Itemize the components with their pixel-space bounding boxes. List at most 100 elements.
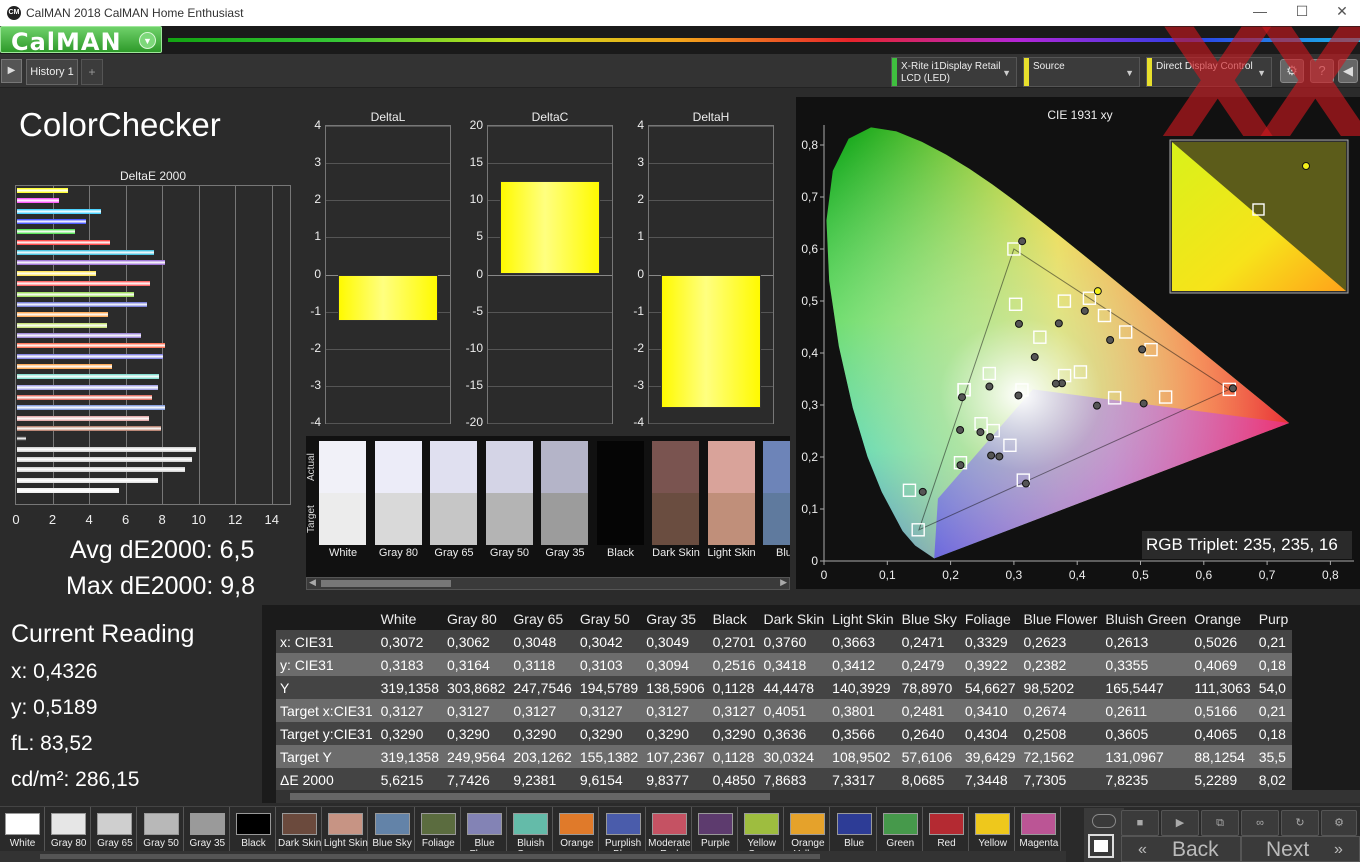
delta-tick-label: -2 (310, 340, 321, 355)
patch-dark-skin[interactable]: Dark Skin (277, 807, 323, 857)
table-cell: 0,3164 (443, 653, 510, 676)
patch-blue-sky[interactable]: Blue Sky (370, 807, 415, 857)
table-cell: 0,3410 (960, 699, 1020, 722)
meter-status-bar (892, 58, 897, 86)
patch-orange[interactable]: Orange (554, 807, 600, 857)
play-icon[interactable]: ▶ (1161, 810, 1199, 836)
table-cell: 0,3127 (509, 699, 576, 722)
patch-strip-scrollbar[interactable] (0, 851, 1066, 862)
source-label: Source (1033, 61, 1065, 72)
up-icon[interactable] (1092, 814, 1116, 828)
x-tick-label: 0,4 (1069, 568, 1086, 582)
patch-magenta[interactable]: Magenta (1016, 807, 1062, 857)
table-row: Target Y 319,1358 249,9564 203,1262 155,1382… (276, 745, 1293, 768)
patch-yellow[interactable]: Yellow (970, 807, 1016, 857)
patch-purple[interactable]: Purple (693, 807, 738, 857)
settings-icon[interactable]: ⚙ (1321, 810, 1357, 836)
delta-tick-label: -5 (472, 303, 483, 318)
table-cell: 72,1562 (1019, 745, 1102, 768)
gridline (488, 348, 612, 350)
table-cell: 44,4478 (759, 676, 829, 699)
back-button[interactable]: « Back (1121, 836, 1241, 862)
table-cell: 0,3049 (642, 630, 709, 653)
table-cell: 7,7426 (443, 768, 510, 791)
measured-point (1054, 319, 1063, 328)
swatch-scrollbar[interactable]: ◀ ▶ (306, 577, 790, 590)
record-icon[interactable] (1088, 834, 1114, 858)
column-header: Light Skin (832, 610, 894, 627)
swatch-black (596, 441, 644, 545)
gridline (326, 126, 450, 127)
scroll-right-icon[interactable]: ▶ (780, 577, 787, 588)
y-tick-label: 0,3 (801, 398, 818, 412)
patch-foliage[interactable]: Foliage (416, 807, 461, 857)
delta-tick-label: 0 (314, 266, 321, 281)
measured-point (1014, 391, 1023, 400)
deltae-tick-label: 10 (191, 512, 206, 527)
table-cell: 165,5447 (1101, 676, 1191, 699)
fit-icon[interactable]: ⧉ (1201, 810, 1239, 836)
refresh-icon[interactable]: ↻ (1281, 810, 1319, 836)
measured-point (1139, 399, 1148, 408)
column-header: Blue Sky (901, 610, 957, 627)
swatch-gray-65 (430, 441, 477, 545)
table-cell: 57,6106 (897, 745, 961, 768)
patch-green[interactable]: Green (878, 807, 923, 857)
table-cell: 0,3605 (1101, 722, 1191, 745)
swatch-label: Dark Skin (652, 547, 700, 559)
patch-yellow-green[interactable]: Yellow Green (739, 807, 785, 860)
patch-blue-flower[interactable]: Blue Flower (462, 807, 507, 860)
table-cell: 131,0967 (1101, 745, 1191, 768)
stop-icon[interactable]: ■ (1121, 810, 1159, 836)
measured-point (1106, 336, 1115, 344)
patch-purplish-blue[interactable]: Purplish Blue (601, 807, 646, 860)
table-scroll-thumb[interactable] (290, 793, 770, 800)
patch-gray-80[interactable]: Gray 80 (46, 807, 92, 857)
swatch-label: Gray 80 (378, 547, 419, 559)
patch-label: Dark Skin (278, 838, 322, 849)
patch-black[interactable]: Black (231, 807, 276, 857)
patch-blue[interactable]: Blue (832, 807, 877, 857)
patch-bluish-green[interactable]: Bluish Green (508, 807, 554, 860)
table-cell: 319,1358 (376, 676, 444, 699)
delta-tick-label: -4 (310, 415, 321, 429)
meter-selector[interactable]: X-Rite i1Display Retail LCD (LED) ▼ (891, 57, 1017, 87)
next-button[interactable]: Next » (1241, 836, 1360, 862)
table-cell: 7,8235 (1101, 768, 1191, 791)
deltae-tick-label: 0 (12, 512, 20, 527)
x-tick-label: 0,3 (1006, 568, 1023, 582)
table-scrollbar[interactable] (276, 790, 1360, 803)
patch-red[interactable]: Red (924, 807, 969, 857)
patch-label: Gray 65 (97, 838, 133, 849)
window-titlebar: CM CalMAN 2018 CalMAN Home Enthusiast — … (0, 0, 1360, 26)
chevron-down-icon[interactable]: ▼ (139, 32, 156, 49)
patch-light-skin[interactable]: Light Skin (323, 807, 369, 857)
patch-white[interactable]: White (0, 807, 45, 857)
play-icon[interactable]: ▶ (1, 59, 22, 83)
patch-gray-50[interactable]: Gray 50 (139, 807, 184, 857)
scroll-left-icon[interactable]: ◀ (309, 577, 316, 588)
deltae-tick-label: 8 (158, 512, 166, 527)
add-tab-button[interactable]: + (81, 59, 103, 85)
table-cell: 0,2382 (1019, 653, 1102, 676)
source-selector[interactable]: Source ▼ (1023, 57, 1140, 87)
table-cell: 0,2481 (897, 699, 961, 722)
zero-line (488, 274, 612, 276)
patch-strip-scroll-thumb[interactable] (40, 854, 820, 859)
patch-gray-35[interactable]: Gray 35 (185, 807, 230, 857)
x-tick-label: 0,5 (1132, 568, 1149, 582)
calman-logo-menu[interactable]: CalMAN ▼ (0, 26, 162, 56)
patch-gray-65[interactable]: Gray 65 (92, 807, 138, 857)
delta-tick-label: 0 (637, 266, 644, 281)
swatch-label: Gray 50 (489, 547, 530, 559)
table-cell: 0,2611 (1101, 699, 1191, 722)
patch-orange-yellow[interactable]: Orange Yellow (785, 807, 831, 860)
scroll-thumb[interactable] (321, 580, 451, 587)
tab-history-1[interactable]: History 1 (26, 59, 78, 85)
patch-moderate-red[interactable]: Moderate Red (647, 807, 692, 860)
loop-icon[interactable]: ∞ (1241, 810, 1279, 836)
gridline (488, 385, 612, 387)
y-tick-label: 0,2 (801, 450, 818, 464)
page-title: ColorChecker (19, 106, 221, 143)
logo-text: CalMAN (11, 28, 122, 56)
